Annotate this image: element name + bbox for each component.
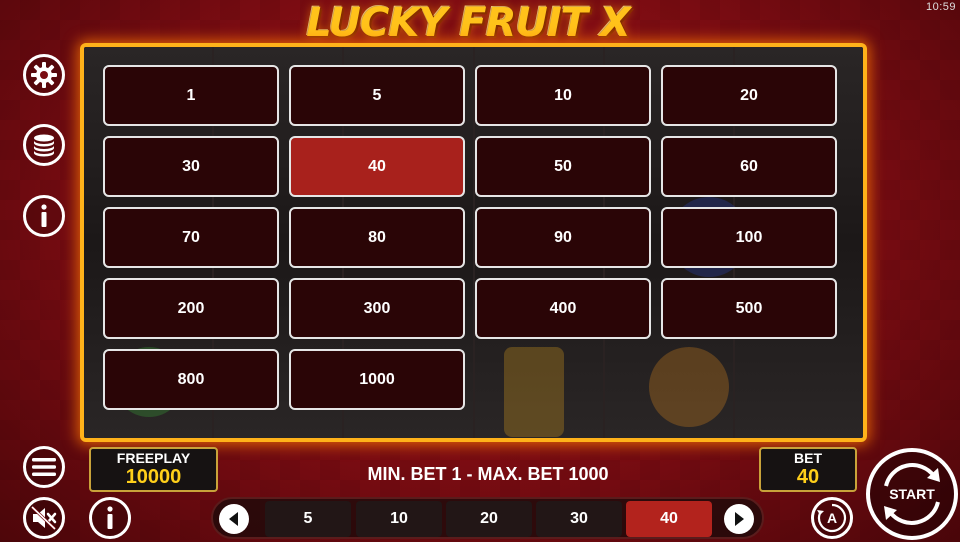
hamburger-menu-icon: [32, 458, 56, 476]
bet-option-200[interactable]: 200: [103, 278, 279, 339]
bet-option-40[interactable]: 40: [289, 136, 465, 197]
bet-option-60[interactable]: 60: [661, 136, 837, 197]
freeplay-value: 10000: [125, 466, 182, 488]
autoplay-label: A: [827, 510, 837, 526]
min-max-bet-text: MIN. BET 1 - MAX. BET 1000: [367, 464, 609, 484]
bet-option-50[interactable]: 50: [475, 136, 651, 197]
bet-option-90[interactable]: 90: [475, 207, 651, 268]
start-spin-button[interactable]: START: [866, 448, 958, 540]
bet-value: 40: [796, 466, 820, 488]
arrow-left-icon: [229, 512, 238, 526]
freeplay-balance: FREEPLAY 10000: [89, 447, 218, 492]
bet-option-70[interactable]: 70: [103, 207, 279, 268]
bet-option-30[interactable]: 30: [103, 136, 279, 197]
start-label: START: [889, 486, 935, 502]
coins-button[interactable]: [23, 124, 65, 166]
quick-bet-5[interactable]: 5: [265, 501, 351, 537]
bet-option-10[interactable]: 10: [475, 65, 651, 126]
paytable-info-button[interactable]: [89, 497, 131, 539]
bet-option-400[interactable]: 400: [475, 278, 651, 339]
status-clock: 10:59: [925, 1, 956, 13]
bet-option-5[interactable]: 5: [289, 65, 465, 126]
arrow-right-icon: [735, 512, 744, 526]
bet-option-20[interactable]: 20: [661, 65, 837, 126]
gear-icon: [31, 62, 57, 88]
bet-option-1[interactable]: 1: [103, 65, 279, 126]
bet-option-300[interactable]: 300: [289, 278, 465, 339]
speaker-muted-icon: [31, 506, 57, 530]
bet-option-1000[interactable]: 1000: [289, 349, 465, 410]
bet-option-800[interactable]: 800: [103, 349, 279, 410]
autoplay-button[interactable]: A: [811, 497, 853, 539]
coins-stack-icon: [34, 134, 54, 157]
settings-button[interactable]: [23, 54, 65, 96]
autoplay-icon: A: [817, 503, 847, 533]
current-bet: BET 40: [759, 447, 857, 492]
sound-toggle-button[interactable]: [23, 497, 65, 539]
bet-label: BET: [794, 450, 822, 466]
previous-bet-button[interactable]: [219, 504, 249, 534]
bet-option-500[interactable]: 500: [661, 278, 837, 339]
info-icon: [41, 204, 47, 227]
quick-bet-40[interactable]: 40: [626, 501, 712, 537]
quick-bet-30[interactable]: 30: [536, 501, 622, 537]
bet-selection-board: 1 5 10 20 30 40 50 60 70 80 90 100 200 3…: [80, 43, 867, 442]
menu-button[interactable]: [23, 446, 65, 488]
quick-bet-10[interactable]: 10: [356, 501, 442, 537]
info-icon: [107, 506, 113, 529]
game-logo: LUCKY FRUIT X: [306, 0, 631, 46]
bet-options-grid: 1 5 10 20 30 40 50 60 70 80 90 100 200 3…: [103, 65, 837, 410]
quick-bet-bar: 5 10 20 30 40: [211, 497, 764, 539]
bet-option-80[interactable]: 80: [289, 207, 465, 268]
next-bet-button[interactable]: [724, 504, 754, 534]
bet-option-100[interactable]: 100: [661, 207, 837, 268]
quick-bet-20[interactable]: 20: [446, 501, 532, 537]
freeplay-label: FREEPLAY: [116, 450, 191, 466]
info-button[interactable]: [23, 195, 65, 237]
